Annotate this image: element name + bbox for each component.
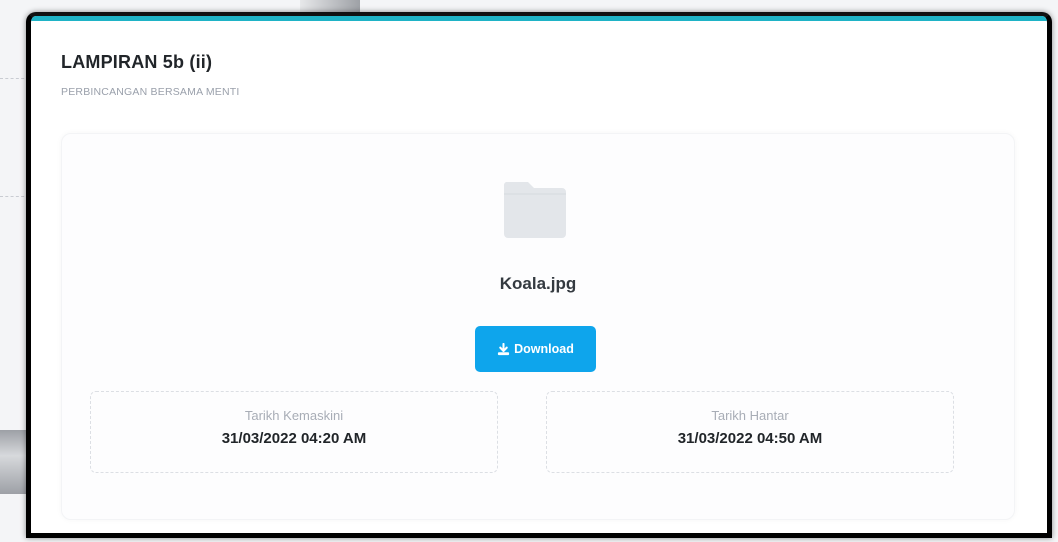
updated-date-value: 31/03/2022 04:20 AM (221, 430, 367, 447)
attachment-card: Koala.jpg Download Tarikh Kemaskini 31/0… (61, 133, 1015, 520)
submitted-date-box: Tarikh Hantar 31/03/2022 04:50 AM (546, 391, 954, 473)
submitted-date-value: 31/03/2022 04:50 AM (677, 430, 823, 447)
attachment-modal: LAMPIRAN 5b (ii) PERBINCANGAN BERSAMA ME… (26, 12, 1052, 538)
modal-accent-bar (31, 16, 1047, 21)
download-button-label: Download (514, 342, 574, 356)
folder-icon (503, 182, 566, 238)
download-icon (498, 342, 510, 355)
download-button[interactable]: Download (475, 326, 596, 372)
modal-subtitle: PERBINCANGAN BERSAMA MENTI (61, 86, 240, 98)
modal-title: LAMPIRAN 5b (ii) (61, 52, 213, 72)
updated-date-label: Tarikh Kemaskini (244, 408, 344, 423)
updated-date-box: Tarikh Kemaskini 31/03/2022 04:20 AM (90, 391, 498, 473)
submitted-date-label: Tarikh Hantar (711, 408, 789, 423)
file-name: Koala.jpg (499, 274, 577, 293)
